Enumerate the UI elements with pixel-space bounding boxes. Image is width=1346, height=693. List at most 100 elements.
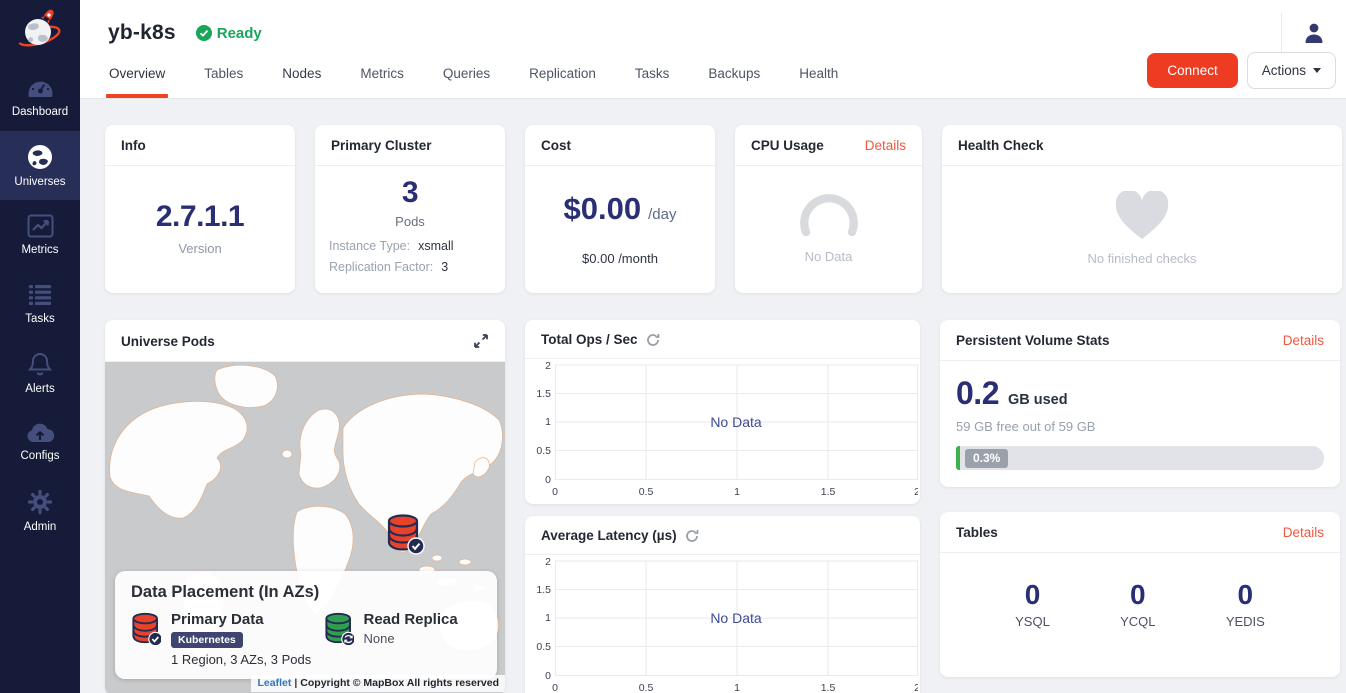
card-title: Tables [956,525,998,540]
expand-icon[interactable] [473,333,489,349]
svg-text:2: 2 [914,682,918,693]
tasks-list-icon [27,283,53,307]
sidebar-item-dashboard[interactable]: Dashboard [0,62,80,131]
refresh-icon[interactable] [685,529,699,543]
tab-overview[interactable]: Overview [108,51,166,98]
cost-per-day-value: $0.00 [564,191,642,227]
tab-backups[interactable]: Backups [707,51,761,98]
pods-label: Pods [395,214,425,229]
header-actions: Connect Actions [1147,52,1336,98]
read-replica-legend: Read Replica None [324,611,458,667]
main-area: yb-k8s Ready Overview [80,0,1346,693]
ysql-count-label: YSQL [1015,614,1050,629]
card-title: Cost [541,138,571,153]
health-check-card: Health Check No finished checks [942,125,1342,293]
avg-latency-chart: 0 0.5 1 1.5 2 0 0.5 1 1.5 2 No Data [525,555,918,693]
sidebar-item-configs[interactable]: Configs [0,407,80,476]
svg-text:2: 2 [545,360,551,372]
primary-data-name: Primary Data [171,611,311,628]
total-ops-card: Total Ops / Sec [525,320,920,504]
card-title: Health Check [958,138,1044,153]
sidebar-item-label: Admin [24,521,57,533]
tab-queries[interactable]: Queries [442,51,491,98]
svg-text:0.5: 0.5 [536,641,551,653]
page-title: yb-k8s [108,21,176,45]
app-window: Dashboard Universes Metrics [0,0,1346,693]
cost-per-day-unit: /day [648,206,676,223]
read-replica-value: None [364,631,458,646]
tables-details-link[interactable]: Details [1283,525,1324,540]
tab-replication[interactable]: Replication [528,51,597,98]
card-title: Universe Pods [121,334,215,349]
yedis-count-label: YEDIS [1226,614,1265,629]
check-circle-icon [196,25,212,41]
svg-text:1: 1 [734,486,740,498]
replica-db-icon [324,611,354,645]
gauge-arc-icon [796,192,862,236]
cpu-no-data-text: No Data [805,249,853,264]
cost-card: Cost $0.00 /day $0.00 /month [525,125,715,293]
cloud-upload-icon [25,422,55,444]
card-title: Primary Cluster [331,138,432,153]
card-title: Info [121,138,146,153]
status-badge-label: Ready [217,25,262,42]
tab-tasks[interactable]: Tasks [634,51,671,98]
ycql-count-label: YCQL [1120,614,1155,629]
attribution-separator: | [291,677,300,689]
tab-metrics[interactable]: Metrics [359,51,405,98]
pv-usage-fill [956,446,960,470]
universe-header: yb-k8s Ready Overview [80,0,1346,99]
ycql-count: 0 YCQL [1120,579,1155,629]
bell-icon [27,351,53,377]
universe-tabs: Overview Tables Nodes Metrics Queries Re… [108,51,839,98]
dashboard-gauge-icon [27,76,54,100]
latency-no-data-text: No Data [710,610,762,626]
ysql-count-value: 0 [1025,579,1041,611]
sidebar-item-metrics[interactable]: Metrics [0,200,80,269]
map-attribution: Leaflet|Copyright © MapBox All rights re… [251,675,505,692]
primary-data-legend: Primary Data Kubernetes 1 Region, 3 AZs,… [131,611,324,667]
attribution-text: Copyright © MapBox All rights reserved [300,677,499,689]
svg-text:1.5: 1.5 [536,388,551,400]
pv-details-link[interactable]: Details [1283,333,1324,348]
sidebar-item-label: Configs [21,450,60,462]
tab-nodes[interactable]: Nodes [281,51,322,98]
chevron-down-icon [1313,68,1321,73]
pods-count: 3 [402,176,418,210]
connect-button[interactable]: Connect [1147,53,1237,88]
world-map[interactable]: Data Placement (In AZs) [105,362,505,693]
svg-text:1: 1 [545,612,551,624]
sidebar-item-tasks[interactable]: Tasks [0,269,80,338]
svg-text:0.5: 0.5 [536,445,551,457]
version-value: 2.7.1.1 [156,200,244,234]
svg-text:1: 1 [734,682,740,693]
instance-type-value: xsmall [418,239,453,253]
user-menu[interactable] [1281,13,1326,53]
tab-tables[interactable]: Tables [203,51,244,98]
data-placement-overlay: Data Placement (In AZs) [115,571,497,679]
yedis-count: 0 YEDIS [1226,579,1265,629]
sidebar-item-universes[interactable]: Universes [0,131,80,200]
refresh-icon[interactable] [646,333,660,347]
sidebar-item-label: Dashboard [12,106,68,118]
sidebar-item-label: Universes [14,176,65,188]
tab-health[interactable]: Health [798,51,839,98]
yugabyte-logo[interactable] [0,0,80,62]
yedis-count-value: 0 [1238,579,1254,611]
pv-used-value: 0.2 [956,375,999,412]
instance-type-key: Instance Type: [329,239,410,253]
cpu-usage-card: CPU Usage Details No Data [735,125,922,293]
yugabyte-logo-icon [16,7,64,55]
leaflet-link[interactable]: Leaflet [257,677,291,689]
card-title: Persistent Volume Stats [956,333,1110,348]
sidebar-item-alerts[interactable]: Alerts [0,338,80,407]
cpu-details-link[interactable]: Details [865,138,906,153]
replication-factor-key: Replication Factor: [329,260,433,274]
stats-row: Info 2.7.1.1 Version Primary Cluster 3 P… [105,125,1346,293]
primary-cluster-card: Primary Cluster 3 Pods Instance Type: xs… [315,125,505,293]
sidebar-item-admin[interactable]: Admin [0,476,80,545]
actions-dropdown[interactable]: Actions [1247,52,1336,89]
right-column: Persistent Volume Stats Details 0.2 GB u… [940,320,1340,677]
pv-usage-bar: 0.3% [956,446,1324,470]
primary-db-icon [131,611,161,645]
